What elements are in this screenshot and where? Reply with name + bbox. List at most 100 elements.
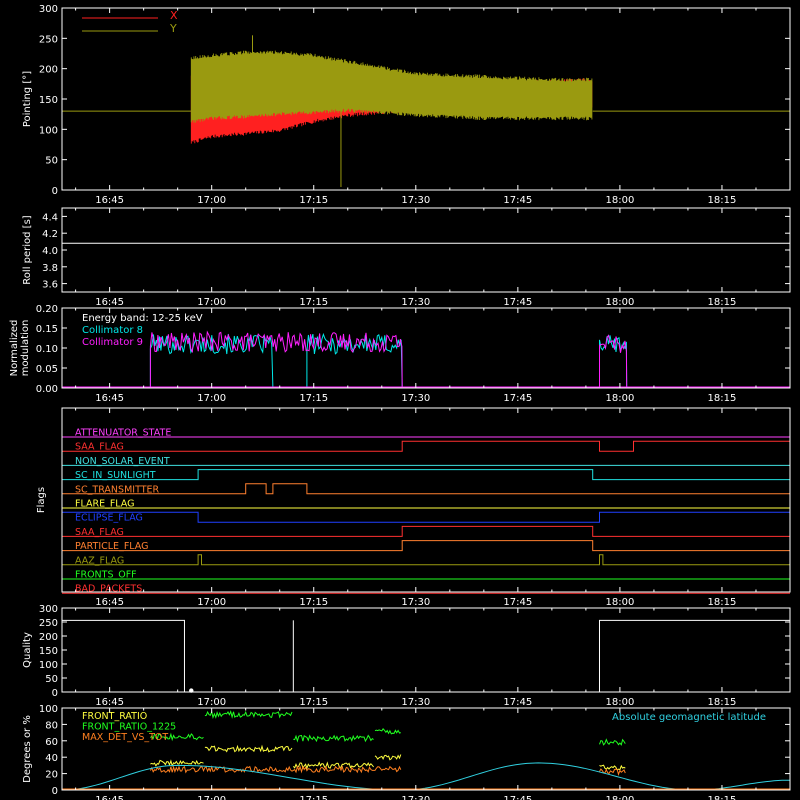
x-tick-label-quality-17-45: 17:45 — [503, 697, 532, 708]
flag-label-saa-flag-1: SAA_FLAG — [75, 442, 124, 453]
x-tick-label-modulation-17-00: 17:00 — [197, 393, 226, 404]
y-tick-label-modulation-0-20: 0.20 — [36, 304, 58, 315]
x-tick-label-pointing-17-00: 17:00 — [197, 195, 226, 206]
flag-label-aaz-flag-9: AAZ_FLAG — [75, 555, 124, 566]
y-tick-label-roll-4-2: 4.2 — [42, 229, 58, 240]
y-tick-label-roll-4-4: 4.4 — [42, 212, 58, 223]
x-tick-label-quality-18-15: 18:15 — [708, 697, 737, 708]
flag-label-attenuator-state-0: ATTENUATOR_STATE — [75, 428, 171, 439]
y-tick-label-roll-4-0: 4.0 — [42, 246, 58, 257]
flag-label-flare-flag-5: FLARE_FLAG — [75, 499, 135, 510]
y-axis-label-quality: Quality — [22, 632, 33, 668]
ratio-right-label: Absolute geomagnetic latitude — [612, 712, 766, 723]
x-tick-label-modulation-17-30: 17:30 — [401, 393, 430, 404]
y-tick-label-pointing-150: 150 — [39, 95, 58, 106]
flag-label-fronts-off-10: FRONTS_OFF — [75, 570, 137, 581]
y-tick-label-quality-200: 200 — [39, 632, 58, 643]
x-tick-label-pointing-17-15: 17:15 — [299, 195, 328, 206]
y-tick-label-pointing-300: 300 — [39, 4, 58, 15]
flag-label-sc-transmitter-4: SC_TRANSMITTER — [75, 484, 160, 495]
y-tick-label-roll-3-8: 3.8 — [42, 263, 58, 274]
x-tick-label-ratios-17-00: 17:00 — [197, 795, 226, 800]
flag-label-saa-flag-7: SAA_FLAG — [75, 527, 124, 538]
y-tick-label-ratios-20: 20 — [45, 770, 58, 781]
y-tick-label-quality-0: 0 — [52, 688, 58, 699]
x-tick-label-ratios-18-00: 18:00 — [605, 795, 634, 800]
legend-label-max-det-vs-tot: MAX_DET_VS_TOT — [82, 732, 168, 743]
x-tick-label-roll-18-00: 18:00 — [605, 297, 634, 308]
x-tick-label-modulation-17-15: 17:15 — [299, 393, 328, 404]
flag-label-eclipse-flag-6: ECLIPSE_FLAG — [75, 513, 143, 524]
y-axis-label-flags: Flags — [36, 487, 47, 513]
x-tick-label-roll-17-15: 17:15 — [299, 297, 328, 308]
y-tick-label-quality-50: 50 — [45, 674, 58, 685]
y-tick-label-modulation-0-05: 0.05 — [36, 364, 58, 375]
modulation-energy-band: Energy band: 12-25 keV — [82, 313, 203, 324]
x-tick-label-pointing-18-15: 18:15 — [708, 195, 737, 206]
x-tick-label-roll-18-15: 18:15 — [708, 297, 737, 308]
x-tick-label-flags-18-00: 18:00 — [605, 597, 634, 608]
x-tick-label-quality-17-30: 17:30 — [401, 697, 430, 708]
x-tick-label-roll-17-00: 17:00 — [197, 297, 226, 308]
x-tick-label-ratios-18-15: 18:15 — [708, 795, 737, 800]
x-tick-label-roll-17-45: 17:45 — [503, 297, 532, 308]
y-axis-label-modulation-line2: modulation — [20, 320, 31, 377]
x-tick-label-pointing-17-30: 17:30 — [401, 195, 430, 206]
y-tick-label-quality-250: 250 — [39, 618, 58, 629]
y-tick-label-quality-100: 100 — [39, 660, 58, 671]
x-tick-label-modulation-18-15: 18:15 — [708, 393, 737, 404]
y-tick-label-modulation-0-00: 0.00 — [36, 384, 58, 395]
x-tick-label-modulation-16-45: 16:45 — [95, 393, 124, 404]
figure: 16:45 17:00 17:15 17:30 17:45 18:00 18:15 0 50 10… — [0, 0, 800, 800]
legend-label-collimator-8: Collimator 8 — [82, 325, 143, 336]
y-axis-label-ratios: Degrees or % — [22, 715, 33, 783]
x-tick-label-ratios-17-15: 17:15 — [299, 795, 328, 800]
flag-label-particle-flag-8: PARTICLE_FLAG — [75, 541, 148, 552]
x-tick-label-modulation-18-00: 18:00 — [605, 393, 634, 404]
y-tick-label-ratios-0: 0 — [52, 786, 58, 797]
y-axis-label-roll: Roll period [s] — [22, 215, 33, 284]
x-tick-label-pointing-18-00: 18:00 — [605, 195, 634, 206]
flag-label-bad-packets-11: BAD_PACKETS — [75, 584, 142, 595]
y-tick-label-ratios-60: 60 — [45, 737, 58, 748]
legend-label-x: X — [170, 9, 178, 22]
y-tick-label-roll-3-6: 3.6 — [42, 280, 58, 291]
y-axis-label-modulation-line1: Normalized — [9, 320, 20, 377]
y-tick-label-quality-150: 150 — [39, 646, 58, 657]
legend-label-y: Y — [169, 22, 177, 35]
x-tick-label-roll-17-30: 17:30 — [401, 297, 430, 308]
x-tick-label-quality-17-15: 17:15 — [299, 697, 328, 708]
y-tick-label-ratios-80: 80 — [45, 720, 58, 731]
x-tick-label-flags-18-15: 18:15 — [708, 597, 737, 608]
x-tick-label-flags-17-15: 17:15 — [299, 597, 328, 608]
x-tick-label-quality-17-00: 17:00 — [197, 697, 226, 708]
x-tick-label-flags-17-30: 17:30 — [401, 597, 430, 608]
x-tick-label-ratios-17-45: 17:45 — [503, 795, 532, 800]
x-tick-label-roll-16-45: 16:45 — [95, 297, 124, 308]
legend-label-collimator-9: Collimator 9 — [82, 337, 143, 348]
y-tick-label-pointing-250: 250 — [39, 34, 58, 45]
y-tick-label-quality-300: 300 — [39, 604, 58, 615]
x-tick-label-pointing-17-45: 17:45 — [503, 195, 532, 206]
y-tick-label-modulation-0-10: 0.10 — [36, 344, 58, 355]
x-tick-label-pointing-16-45: 16:45 — [95, 195, 124, 206]
y-tick-label-pointing-0: 0 — [52, 186, 58, 197]
y-tick-label-ratios-40: 40 — [45, 753, 58, 764]
y-tick-label-ratios-100: 100 — [39, 704, 58, 715]
y-tick-label-pointing-200: 200 — [39, 65, 58, 76]
flag-label-sc-in-sunlight-3: SC_IN_SUNLIGHT — [75, 470, 156, 481]
x-tick-label-flags-16-45: 16:45 — [95, 597, 124, 608]
x-tick-label-quality-18-00: 18:00 — [605, 697, 634, 708]
legend-label-front-ratio: FRONT_RATIO — [82, 711, 147, 722]
x-tick-label-ratios-17-30: 17:30 — [401, 795, 430, 800]
x-tick-label-ratios-16-45: 16:45 — [95, 795, 124, 800]
legend-label-front-ratio-1225: FRONT_RATIO_1225 — [82, 722, 176, 733]
x-tick-label-flags-17-45: 17:45 — [503, 597, 532, 608]
flag-label-non-solar-event-2: NON_SOLAR_EVENT — [75, 456, 170, 467]
y-axis-label-pointing: Pointing [°] — [22, 71, 33, 127]
x-tick-label-quality-16-45: 16:45 — [95, 697, 124, 708]
y-tick-label-pointing-100: 100 — [39, 125, 58, 136]
x-tick-label-modulation-17-45: 17:45 — [503, 393, 532, 404]
x-tick-label-flags-17-00: 17:00 — [197, 597, 226, 608]
y-tick-label-pointing-50: 50 — [45, 156, 58, 167]
